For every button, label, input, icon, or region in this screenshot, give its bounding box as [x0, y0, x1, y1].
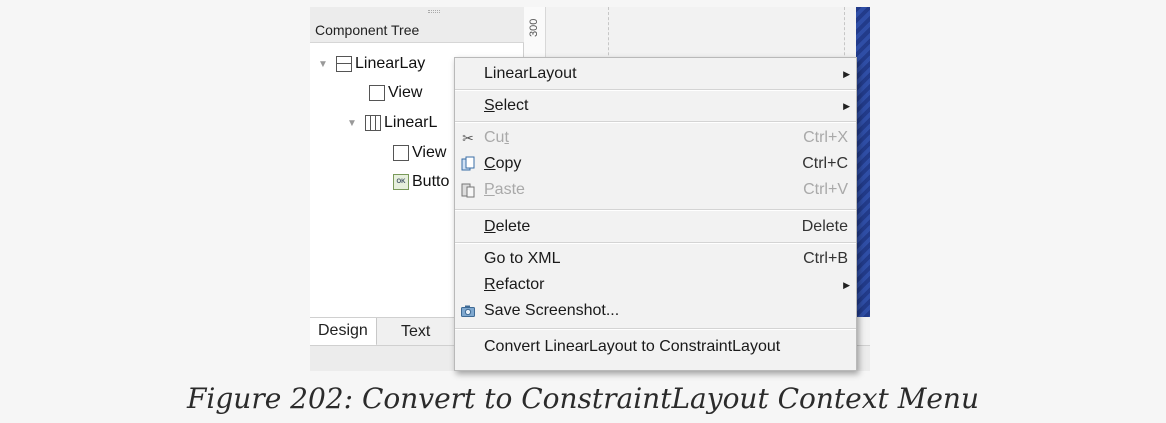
- menu-item-save-screenshot[interactable]: Save Screenshot...: [455, 298, 856, 324]
- menu-item-label: Refactor: [484, 276, 545, 293]
- tree-row-label: LinearLay: [355, 55, 426, 72]
- menu-item-label: Paste: [484, 181, 525, 198]
- menu-item-label: Delete: [484, 218, 531, 235]
- submenu-arrow-icon: ▶: [843, 68, 850, 79]
- tree-row-label: View: [388, 84, 423, 101]
- copy-icon: [459, 155, 477, 173]
- menu-item-convert-to-constraintlayout[interactable]: Convert LinearLayout to ConstraintLayout: [455, 334, 856, 360]
- component-tree-header: Component Tree: [310, 7, 524, 43]
- button-icon: OK: [393, 174, 409, 190]
- menu-separator: [455, 121, 856, 123]
- submenu-arrow-icon: ▶: [843, 279, 850, 290]
- menu-item-label: Cut: [484, 129, 509, 146]
- menu-item-label: LinearLayout: [484, 65, 577, 82]
- camera-icon: [459, 302, 477, 320]
- tree-row-nested-linear-layout[interactable]: ▼ LinearL: [345, 111, 437, 135]
- vertical-linear-layout-icon: [365, 115, 381, 131]
- tree-row-view[interactable]: View: [393, 141, 446, 165]
- component-tree-title: Component Tree: [315, 22, 420, 38]
- menu-separator: [455, 89, 856, 91]
- expand-arrow-icon[interactable]: ▼: [345, 118, 359, 129]
- tree-row-root-linear-layout[interactable]: ▼ LinearLay: [316, 52, 425, 76]
- tree-row-view[interactable]: View: [369, 81, 422, 105]
- tab-design[interactable]: Design: [310, 318, 377, 346]
- menu-item-cut[interactable]: ✂ Cut Ctrl+X: [455, 125, 856, 151]
- menu-item-label: Copy: [484, 155, 522, 172]
- menu-item-label: Go to XML: [484, 250, 561, 267]
- menu-item-go-to-xml[interactable]: Go to XML Ctrl+B: [455, 246, 856, 272]
- submenu-arrow-icon: ▶: [843, 100, 850, 111]
- menu-item-label: Select: [484, 97, 529, 114]
- ruler-label: 300: [528, 18, 540, 37]
- context-menu: LinearLayout ▶ Select ▶ ✂ Cut Ctrl+X Cop…: [454, 57, 857, 371]
- menu-item-shortcut: Ctrl+C: [802, 155, 848, 172]
- scissors-icon: ✂: [462, 129, 474, 146]
- menu-item-label: Convert LinearLayout to ConstraintLayout: [484, 338, 781, 355]
- menu-separator: [455, 328, 856, 330]
- menu-item-refactor[interactable]: Refactor ▶: [455, 272, 856, 298]
- blueprint-preview: [856, 7, 870, 317]
- menu-item-copy[interactable]: Copy Ctrl+C: [455, 151, 856, 177]
- tree-row-label: LinearL: [384, 114, 438, 131]
- menu-item-shortcut: Ctrl+B: [803, 250, 848, 267]
- view-icon: [369, 85, 385, 101]
- expand-arrow-icon[interactable]: ▼: [316, 59, 330, 70]
- tab-text[interactable]: Text: [393, 318, 438, 346]
- menu-item-linearlayout[interactable]: LinearLayout ▶: [455, 61, 856, 87]
- tree-row-label: Butto: [412, 173, 450, 190]
- paste-icon: [459, 181, 477, 199]
- menu-item-shortcut: Delete: [801, 218, 848, 235]
- drag-grip-icon[interactable]: [428, 10, 440, 13]
- menu-separator: [455, 209, 856, 211]
- menu-item-shortcut: Ctrl+V: [803, 181, 848, 198]
- menu-item-paste[interactable]: Paste Ctrl+V: [455, 177, 856, 203]
- figure-caption: Figure 202: Convert to ConstraintLayout …: [186, 382, 979, 415]
- horizontal-linear-layout-icon: [336, 56, 352, 72]
- tree-row-label: View: [412, 144, 447, 161]
- view-icon: [393, 145, 409, 161]
- menu-item-shortcut: Ctrl+X: [803, 129, 848, 146]
- menu-item-select[interactable]: Select ▶: [455, 93, 856, 119]
- menu-separator: [455, 242, 856, 244]
- menu-item-label: Save Screenshot...: [484, 302, 620, 319]
- menu-item-delete[interactable]: Delete Delete: [455, 214, 856, 240]
- tree-row-button[interactable]: OK Butto: [393, 170, 449, 194]
